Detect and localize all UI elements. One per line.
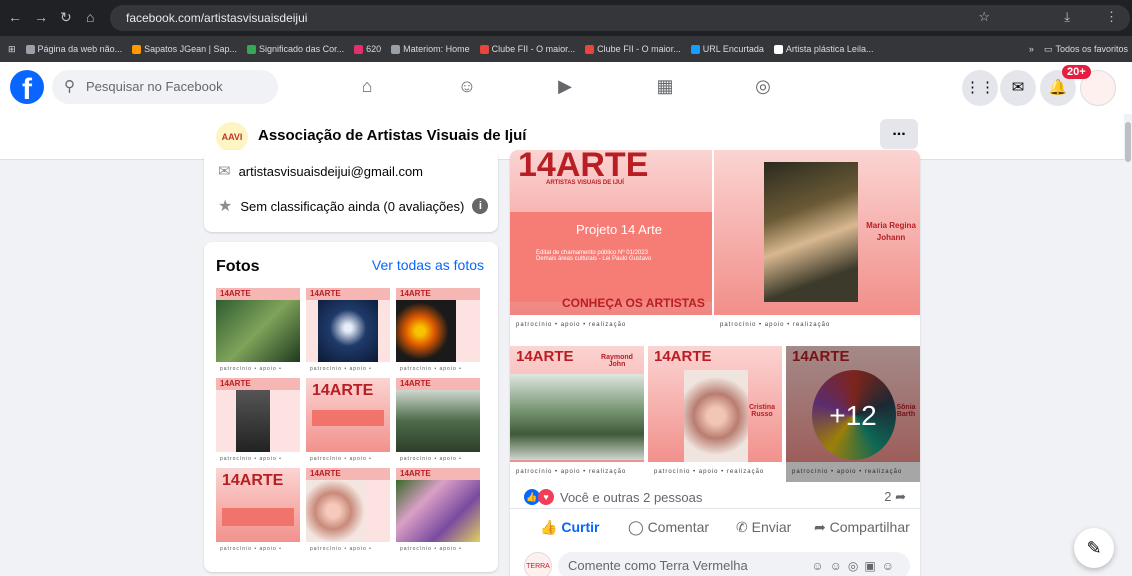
photo-thumb[interactable]: 14ARTEpatrocínio • apoio • realização xyxy=(216,468,300,556)
search-icon: ⚲ xyxy=(64,78,75,95)
bookmark-3[interactable]: 620 xyxy=(354,44,381,54)
globe-icon xyxy=(391,44,401,54)
photo-thumb[interactable]: 14ARTEpatrocínio • apoio • realização xyxy=(396,288,480,376)
bookmark-1[interactable]: Sapatos JGean | Sap... xyxy=(132,44,237,54)
commenter-avatar[interactable]: TERRA xyxy=(524,552,552,576)
bookmark-0[interactable]: Página da web não... xyxy=(25,44,122,54)
more-photos-overlay[interactable]: +12 xyxy=(786,346,920,482)
photo-thumb[interactable]: 14ARTEpatrocínio • apoio • realização xyxy=(396,468,480,556)
comment-tools-icons[interactable]: ☺☺◎▣☺ xyxy=(811,552,900,576)
page-scrollbar[interactable] xyxy=(1124,114,1132,576)
bookmarks-bar: ⊞ Página da web não... Sapatos JGean | S… xyxy=(0,36,1132,62)
comment-composer: TERRA Comente como Terra Vermelha ☺☺◎▣☺ xyxy=(524,552,910,576)
site-icon xyxy=(247,44,257,54)
post-image-more[interactable]: 14ARTE Sônia Barth patrocínio • apoio • … xyxy=(786,346,920,482)
forward-icon[interactable]: → xyxy=(34,9,48,25)
folder-icon: ▭ xyxy=(1043,43,1053,54)
reload-icon[interactable]: ↻ xyxy=(60,9,72,26)
photo-thumb[interactable]: 14ARTEpatrocínio • apoio • realização xyxy=(396,378,480,466)
friends-icon[interactable]: ☺ xyxy=(454,76,480,100)
menu-icon[interactable]: ⋮ xyxy=(1105,9,1118,25)
photos-title: Fotos xyxy=(216,258,260,275)
photo-thumb[interactable]: 14ARTEpatrocínio • apoio • realização xyxy=(216,378,300,466)
sponsor-strip: patrocínio • apoio • realização xyxy=(510,315,712,337)
back-icon[interactable]: ← xyxy=(8,9,22,25)
photo-thumb[interactable]: 14ARTEpatrocínio • apoio • realização xyxy=(216,288,300,376)
comment-input[interactable]: Comente como Terra Vermelha ☺☺◎▣☺ xyxy=(558,552,910,576)
page-title[interactable]: Associação de Artistas Visuais de Ijuí xyxy=(258,127,526,144)
download-icon[interactable]: ⤓ xyxy=(1064,9,1070,25)
bookmark-5[interactable]: Clube FII - O maior... xyxy=(479,44,575,54)
home-icon[interactable]: ⌂ xyxy=(86,9,94,25)
bookmark-2[interactable]: Significado das Cor... xyxy=(247,44,344,54)
send-button[interactable]: ✆ Enviar xyxy=(736,519,791,536)
site-icon xyxy=(585,44,595,54)
star-icon[interactable]: ☆ xyxy=(978,9,990,25)
rating-row: ★ Sem classificação ainda (0 avaliações)… xyxy=(218,196,489,216)
globe-icon xyxy=(25,44,35,54)
post-image-artist-1[interactable]: Maria Regina Johann patrocínio • apoio •… xyxy=(714,150,920,337)
video-icon[interactable]: ▶ xyxy=(552,76,578,100)
browser-toolbar: ← → ↻ ⌂ facebook.com/artistasvisuaisdeij… xyxy=(0,0,1132,36)
thumbs-up-icon: 👍 xyxy=(540,519,558,535)
new-message-button[interactable]: ✎ xyxy=(1074,528,1114,568)
love-reaction-icon: ♥ xyxy=(538,489,554,505)
post-image-artist-3[interactable]: 14ARTE Cristina Russo patrocínio • apoio… xyxy=(648,346,782,482)
post-card: 14ARTE ARTISTAS VISUAIS DE IJUÍ Projeto … xyxy=(510,150,920,576)
see-all-photos-link[interactable]: Ver todas as fotos xyxy=(372,257,484,273)
post-image-artist-2[interactable]: 14ARTE Raymond John patrocínio • apoio •… xyxy=(510,346,644,482)
email-icon: ✉ xyxy=(218,163,231,180)
more-bookmarks[interactable]: » xyxy=(1029,44,1034,54)
search-input[interactable]: ⚲ Pesquisar no Facebook xyxy=(52,70,278,104)
share-button[interactable]: ➦ Compartilhar xyxy=(814,519,910,536)
all-bookmarks[interactable]: ▭ Todos os favoritos xyxy=(1044,44,1128,55)
intro-card: ✉ artistasvisuaisdeijui@gmail.com ★ Sem … xyxy=(204,150,498,232)
home-icon[interactable]: ⌂ xyxy=(354,76,380,100)
marketplace-icon[interactable]: ▦ xyxy=(652,76,678,100)
site-icon xyxy=(773,44,783,54)
email-row[interactable]: ✉ artistasvisuaisdeijui@gmail.com xyxy=(218,162,423,180)
photo-thumb[interactable]: 14ARTEpatrocínio • apoio • realização xyxy=(306,288,390,376)
post-actions: 👍 Curtir ◯ Comentar ✆ Enviar ➦ Compartil… xyxy=(510,508,920,546)
photos-card: Fotos Ver todas as fotos 14ARTE patrocíni… xyxy=(204,242,498,572)
messenger-icon[interactable]: ✉ xyxy=(1000,70,1036,106)
apps-icon[interactable]: ⊞ xyxy=(8,44,16,55)
site-icon xyxy=(479,44,489,54)
page-more-button[interactable]: ... xyxy=(880,119,918,149)
bookmark-4[interactable]: Materiom: Home xyxy=(391,44,470,54)
info-icon[interactable]: i xyxy=(472,198,489,214)
whatsapp-icon: ✆ xyxy=(736,519,748,535)
post-image-main[interactable]: 14ARTE ARTISTAS VISUAIS DE IJUÍ Projeto … xyxy=(510,150,712,315)
like-button[interactable]: 👍 Curtir xyxy=(540,519,599,536)
share-count[interactable]: 2 ➦ xyxy=(884,489,906,505)
share-arrow-icon: ➦ xyxy=(895,489,906,504)
bookmark-6[interactable]: Clube FII - O maior... xyxy=(585,44,681,54)
star-icon: ★ xyxy=(218,198,233,215)
facebook-header: f ⚲ Pesquisar no Facebook ⌂ ☺ ▶ ▦ ◎ ⋮⋮ ✉… xyxy=(0,62,1132,114)
menu-grid-icon[interactable]: ⋮⋮ xyxy=(962,70,998,106)
comment-button[interactable]: ◯ Comentar xyxy=(628,519,709,536)
compose-icon: ✎ xyxy=(1086,538,1102,558)
photo-thumb[interactable]: 14ARTEpatrocínio • apoio • realização xyxy=(306,378,390,466)
instagram-icon xyxy=(354,44,364,54)
reactions-summary[interactable]: 👍 ♥ Você e outras 2 pessoas xyxy=(524,489,702,505)
photo-thumb[interactable]: 14ARTEpatrocínio • apoio • realização xyxy=(306,468,390,556)
page-avatar[interactable]: AAVI xyxy=(216,122,248,152)
comment-icon: ◯ xyxy=(628,519,644,535)
notification-badge: 20+ xyxy=(1062,65,1091,79)
site-icon xyxy=(132,44,142,54)
bookmark-7[interactable]: URL Encurtada xyxy=(690,44,764,54)
site-icon xyxy=(690,44,700,54)
url-text: facebook.com/artistasvisuaisdeijui xyxy=(126,11,308,25)
gaming-icon[interactable]: ◎ xyxy=(750,76,776,100)
share-icon: ➦ xyxy=(814,519,826,535)
facebook-logo-icon[interactable]: f xyxy=(10,70,44,104)
bookmark-8[interactable]: Artista plástica Leila... xyxy=(773,44,873,54)
address-bar[interactable]: facebook.com/artistasvisuaisdeijui ☆ ⤓ ⋮ xyxy=(110,5,1130,31)
